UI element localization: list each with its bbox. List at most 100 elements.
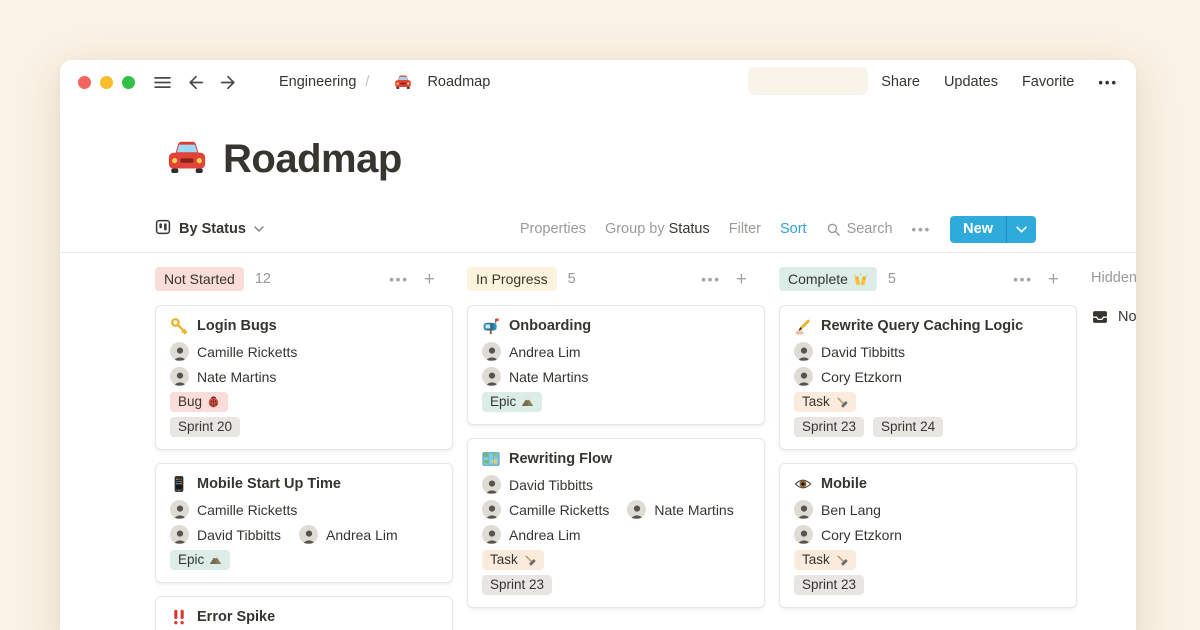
view-switcher[interactable]: By Status [155,219,264,239]
column-count: 5 [568,271,576,287]
person: Cory Etzkorn [794,525,902,544]
column-actions: ••• + [701,270,759,289]
person-name: Nate Martins [509,369,588,385]
person-name: Andrea Lim [509,527,581,543]
card-title: Rewriting Flow [509,451,612,467]
tag-sprint: Sprint 20 [170,417,240,437]
column-hidden: Hidden No [1091,263,1136,630]
window-topbar: Engineering / Roadmap Share Updates Favo… [60,60,1136,104]
avatar [482,342,501,361]
column-more-icon[interactable]: ••• [701,272,721,287]
group-by-button[interactable]: Group by Status [605,221,710,237]
highlight-pill [748,67,868,95]
new-button[interactable]: New [950,216,1036,243]
card-rewriting-flow[interactable]: Rewriting Flow David Tibbitts Camille Ri… [467,438,765,608]
avatar [794,525,813,544]
card-login-bugs[interactable]: Login Bugs Camille Ricketts Nate Martins… [155,305,453,450]
card-onboarding[interactable]: Onboarding Andrea Lim Nate Martins Epic [467,305,765,425]
sort-button[interactable]: Sort [780,221,807,237]
person-name: Andrea Lim [326,527,398,543]
favorite-button[interactable]: Favorite [1022,74,1074,90]
writing-hand-icon [794,317,812,335]
person-name: David Tibbitts [509,477,593,493]
menu-icon[interactable] [153,73,172,92]
chevron-down-icon [254,226,264,232]
mountain-icon [521,395,534,408]
card-rewrite-query-caching-logic[interactable]: Rewrite Query Caching Logic David Tibbit… [779,305,1077,450]
column-count: 5 [888,271,896,287]
updates-button[interactable]: Updates [944,74,998,90]
minimize-window-button[interactable] [100,76,113,89]
avatar [482,500,501,519]
column-more-icon[interactable]: ••• [389,272,409,287]
status-badge: Not Started [155,267,244,291]
person-name: Ben Lang [821,502,881,518]
column-add-icon[interactable]: + [424,270,435,289]
column-count: 12 [255,271,271,287]
card-partial[interactable]: Error Spike [155,596,453,630]
person: David Tibbitts [794,342,905,361]
app-window: Engineering / Roadmap Share Updates Favo… [60,60,1136,630]
share-button[interactable]: Share [881,74,920,90]
person-name: David Tibbitts [197,527,281,543]
tag-sprint: Sprint 24 [873,417,943,437]
hammer-icon [835,553,848,566]
zoom-window-button[interactable] [122,76,135,89]
person: Ben Lang [794,500,881,519]
column-add-icon[interactable]: + [736,270,747,289]
forward-arrow-icon[interactable] [219,73,238,92]
column-actions: ••• + [1013,270,1071,289]
column-header: In Progress 5 ••• + [467,267,759,291]
tag-sprint: Sprint 23 [794,417,864,437]
card-title: Rewrite Query Caching Logic [821,318,1023,334]
toolbar-more-icon[interactable]: ••• [912,222,932,237]
close-window-button[interactable] [78,76,91,89]
search-icon [826,222,841,237]
card-title: Error Spike [197,609,275,625]
card-title: Mobile Start Up Time [197,476,341,492]
search-label: Search [847,221,893,237]
group-by-value: Status [669,221,710,237]
hidden-group-item[interactable]: No [1091,308,1136,326]
tag-bug: Bug [170,392,228,412]
avatar [627,500,646,519]
car-icon [378,73,419,91]
properties-button[interactable]: Properties [520,221,586,237]
card-title: Login Bugs [197,318,277,334]
column-more-icon[interactable]: ••• [1013,272,1033,287]
search-button[interactable]: Search [826,221,893,237]
tray-icon [1091,308,1109,326]
new-button-chevron[interactable] [1007,216,1036,243]
double-exclamation-icon [170,608,188,626]
avatar [482,367,501,386]
breadcrumb-workspace[interactable]: Engineering [279,74,356,90]
column-complete: Complete 5 ••• + Rewrite Query Caching L… [779,263,1077,630]
column-header: Complete 5 ••• + [779,267,1071,291]
card-mobile[interactable]: Mobile Ben Lang Cory Etzkorn Task Sprint… [779,463,1077,608]
hammer-icon [835,395,848,408]
more-options-icon[interactable]: ••• [1098,75,1118,90]
tag-task: Task [794,392,856,412]
kanban-board: Not Started 12 ••• + Login Bugs Camille … [60,263,1136,630]
tag-task: Task [794,550,856,570]
person-name: David Tibbitts [821,344,905,360]
avatar [482,525,501,544]
window-controls [78,76,135,89]
robot-icon [254,73,272,91]
filter-button[interactable]: Filter [729,221,761,237]
person-name: Camille Ricketts [509,502,609,518]
car-icon [166,136,208,183]
card-mobile-start-up-time[interactable]: Mobile Start Up Time Camille Ricketts Da… [155,463,453,583]
page-title-text: Roadmap [223,137,402,182]
person: David Tibbitts [170,525,281,544]
tag-epic: Epic [170,550,230,570]
page-title: Roadmap [166,136,402,183]
lady-beetle-icon [207,395,220,408]
breadcrumb-page[interactable]: Roadmap [427,74,490,90]
eye-icon [794,475,812,493]
back-arrow-icon[interactable] [186,73,205,92]
avatar [794,367,813,386]
column-add-icon[interactable]: + [1048,270,1059,289]
hidden-group-label[interactable]: Hidden [1091,270,1136,286]
person: Camille Ricketts [170,342,297,361]
